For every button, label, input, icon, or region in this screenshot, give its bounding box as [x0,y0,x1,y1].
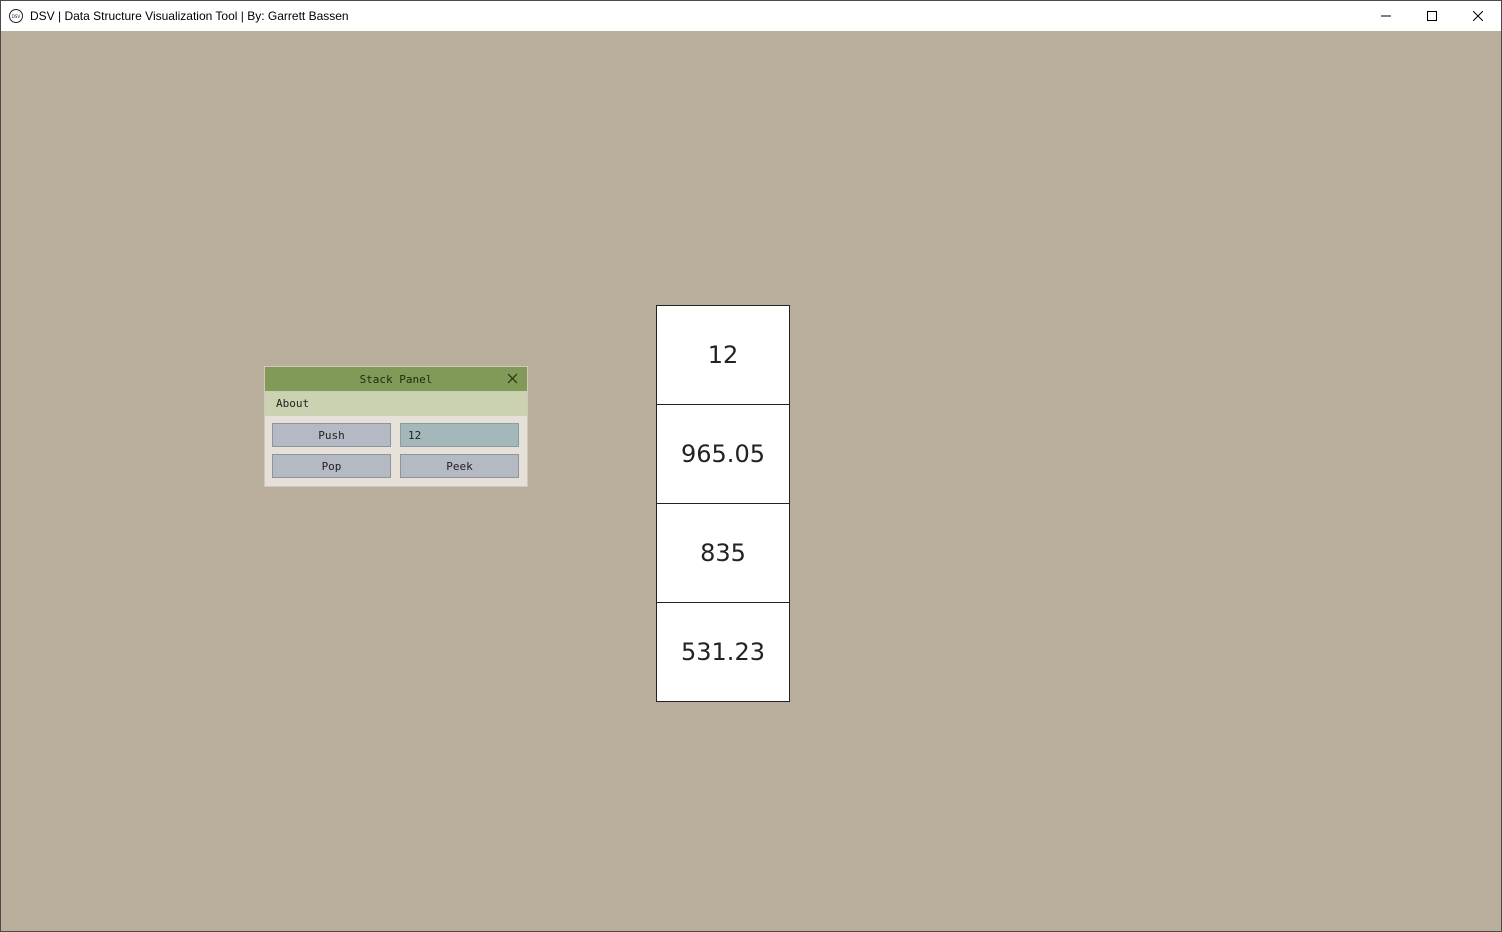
push-button[interactable]: Push [272,423,391,447]
window-controls [1363,1,1501,31]
menu-item-about[interactable]: About [276,397,309,410]
stack-item: 12 [656,305,790,405]
close-icon [1473,11,1483,21]
stack-panel: Stack Panel About Push Pop Peek [264,366,528,487]
maximize-button[interactable] [1409,1,1455,31]
dsv-logo-icon: DSV [9,9,23,23]
close-button[interactable] [1455,1,1501,31]
minimize-icon [1381,15,1391,17]
stack-item: 965.05 [656,404,790,504]
stack-item: 835 [656,503,790,603]
pop-button[interactable]: Pop [272,454,391,478]
stack-item: 531.23 [656,602,790,702]
close-icon[interactable] [507,373,518,384]
panel-header[interactable]: Stack Panel [265,367,527,391]
app-window: DSV DSV | Data Structure Visualization T… [0,0,1502,932]
title-bar[interactable]: DSV DSV | Data Structure Visualization T… [1,1,1501,31]
panel-menubar: About [265,391,527,416]
push-value-input[interactable] [400,423,519,447]
peek-button[interactable]: Peek [400,454,519,478]
window-title: DSV | Data Structure Visualization Tool … [30,9,349,23]
stack-visualization: 12 965.05 835 531.23 [656,305,790,702]
visualization-canvas: Stack Panel About Push Pop Peek 12 965.0… [1,31,1501,931]
maximize-icon [1427,11,1437,21]
minimize-button[interactable] [1363,1,1409,31]
panel-title: Stack Panel [359,372,433,386]
